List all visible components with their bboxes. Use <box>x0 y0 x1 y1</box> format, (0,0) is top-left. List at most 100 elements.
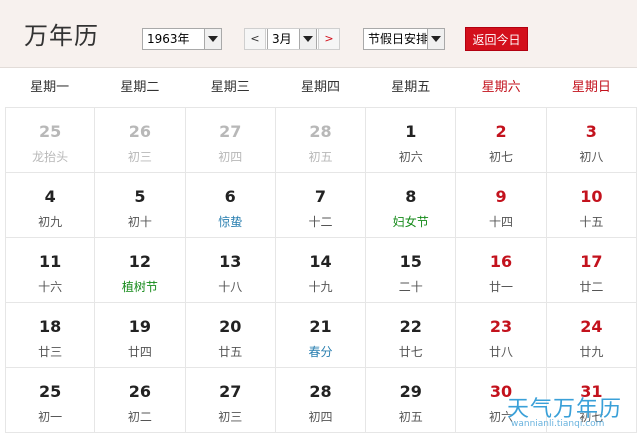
month-navigator: < 3月 > <box>244 28 340 50</box>
day-cell[interactable]: 15 二十 <box>366 238 457 303</box>
watermark-url: wannianli.tianqi.com <box>511 419 605 429</box>
day-cell[interactable]: 13 十八 <box>185 238 276 303</box>
month-select[interactable]: 3月 <box>267 29 317 49</box>
day-number: 26 <box>128 122 152 141</box>
lunar-label: 廿八 <box>489 345 514 359</box>
weekday-label: 星期二 <box>120 80 160 95</box>
day-cell[interactable]: 26 初二 <box>95 368 186 433</box>
day-number: 25 <box>39 382 62 401</box>
lunar-label: 初三 <box>127 150 152 164</box>
lunar-label: 廿二 <box>579 280 604 294</box>
day-cell[interactable]: 1 初六 <box>366 108 457 173</box>
day-cell[interactable]: 17 廿二 <box>546 238 637 303</box>
day-number: 28 <box>309 382 332 401</box>
day-number: 7 <box>314 187 327 206</box>
lunar-label: 初四 <box>308 410 333 424</box>
day-cell[interactable]: 14 十九 <box>275 238 367 303</box>
day-cell[interactable]: 9 十四 <box>456 173 547 238</box>
day-cell[interactable]: 23 廿八 <box>456 303 547 368</box>
lunar-label: 十六 <box>38 280 63 294</box>
calendar-grid: 25 龙抬头 26 初三 27 初四 28 初五 1 初六 2 初七 3 初八 4 初九 5 初十 6 惊蛰 7 十二 8 妇… <box>5 108 637 439</box>
day-cell[interactable]: 24 廿九 <box>546 303 637 368</box>
day-cell[interactable]: 28 初四 <box>275 368 367 433</box>
next-month-button[interactable]: > <box>318 29 339 49</box>
lunar-label: 初五 <box>398 410 423 424</box>
lunar-label: 初二 <box>127 410 152 424</box>
day-cell[interactable]: 6 惊蛰 <box>185 173 276 238</box>
chevron-down-icon[interactable] <box>299 29 316 49</box>
day-number: 18 <box>39 317 62 336</box>
day-cell[interactable]: 29 初五 <box>366 368 457 433</box>
weekday-header-row: 星期一 星期二 星期三 星期四 星期五 星期六 星期日 <box>5 68 637 108</box>
lunar-label: 十九 <box>308 280 333 294</box>
page-title: 万年历 <box>24 22 99 50</box>
lunar-label: 廿九 <box>579 345 604 359</box>
watermark: 天气万年历 wannianli.tianqi.com <box>507 391 635 435</box>
day-cell[interactable]: 2 初七 <box>456 108 547 173</box>
day-cell[interactable]: 16 廿一 <box>456 238 547 303</box>
weekday-label: 星期日 <box>571 80 611 95</box>
chevron-down-icon[interactable] <box>427 29 444 49</box>
day-cell[interactable]: 19 廿四 <box>95 303 186 368</box>
day-number: 5 <box>134 187 146 206</box>
day-number: 10 <box>580 187 603 206</box>
day-cell[interactable]: 25 初一 <box>5 368 96 433</box>
day-cell[interactable]: 18 廿三 <box>5 303 96 368</box>
day-cell[interactable]: 20 廿五 <box>185 303 276 368</box>
day-cell[interactable]: 28 初五 <box>275 108 367 173</box>
day-cell[interactable]: 27 初三 <box>185 368 276 433</box>
day-cell[interactable]: 21 春分 <box>275 303 367 368</box>
day-number: 22 <box>399 317 422 336</box>
lunar-label: 初七 <box>489 150 514 164</box>
day-number: 9 <box>495 187 507 206</box>
day-number: 17 <box>580 252 603 271</box>
holiday-select[interactable]: 节假日安排 <box>363 28 445 50</box>
day-cell[interactable]: 25 龙抬头 <box>5 108 96 173</box>
day-cell[interactable]: 4 初九 <box>5 173 96 238</box>
day-number: 13 <box>219 252 242 271</box>
weekday-label: 星期六 <box>481 80 521 95</box>
day-number: 8 <box>405 187 417 206</box>
return-today-button[interactable]: 返回今日 <box>465 27 528 51</box>
weekday-label: 星期四 <box>300 80 340 95</box>
lunar-label: 廿一 <box>489 280 514 294</box>
year-select[interactable]: 1963年 <box>142 28 222 50</box>
calendar-header: 万年历 1963年 < 3月 > 节假日安排 返回今日 <box>0 0 637 68</box>
day-cell[interactable]: 11 十六 <box>5 238 96 303</box>
day-number: 26 <box>128 382 152 401</box>
day-number: 15 <box>399 252 422 271</box>
lunar-label: 廿四 <box>127 345 152 359</box>
lunar-label: 二十 <box>398 280 423 294</box>
day-cell[interactable]: 22 廿七 <box>366 303 457 368</box>
lunar-label: 惊蛰 <box>218 215 243 229</box>
day-number: 12 <box>128 252 152 271</box>
lunar-label: 十二 <box>308 215 333 229</box>
day-cell[interactable]: 5 初十 <box>95 173 186 238</box>
lunar-label: 初六 <box>398 150 423 164</box>
day-number: 3 <box>585 122 597 141</box>
day-number: 2 <box>495 122 507 141</box>
day-cell[interactable]: 27 初四 <box>185 108 276 173</box>
day-cell[interactable]: 7 十二 <box>275 173 367 238</box>
day-number: 27 <box>219 382 242 401</box>
lunar-label: 廿三 <box>38 345 63 359</box>
day-number: 29 <box>399 382 422 401</box>
day-cell[interactable]: 10 十五 <box>546 173 637 238</box>
day-number: 1 <box>405 122 417 141</box>
day-number: 27 <box>219 122 242 141</box>
prev-month-button[interactable]: < <box>245 29 266 49</box>
day-number: 24 <box>580 317 603 336</box>
day-cell[interactable]: 12 植树节 <box>95 238 186 303</box>
day-number: 20 <box>219 317 242 336</box>
chevron-down-icon[interactable] <box>204 29 221 49</box>
weekday-label: 星期三 <box>210 80 250 95</box>
day-number: 11 <box>39 252 62 271</box>
lunar-label: 初九 <box>38 215 63 229</box>
lunar-label: 十四 <box>489 215 514 229</box>
day-cell[interactable]: 26 初三 <box>95 108 186 173</box>
day-number: 6 <box>224 187 236 206</box>
day-cell[interactable]: 3 初八 <box>546 108 637 173</box>
day-number: 19 <box>128 317 152 336</box>
day-cell[interactable]: 8 妇女节 <box>366 173 457 238</box>
month-select-value: 3月 <box>272 32 292 46</box>
